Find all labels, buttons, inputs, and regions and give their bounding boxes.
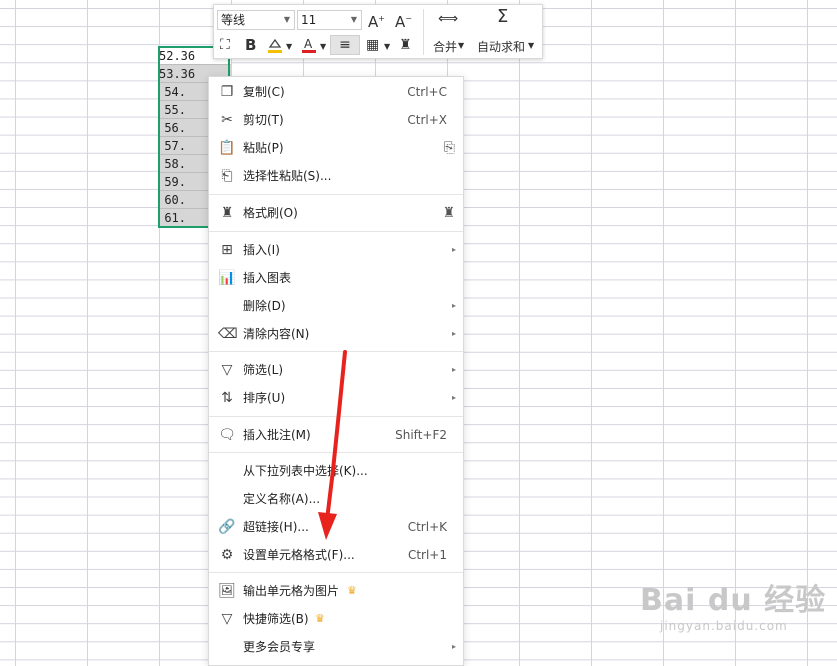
annotation-arrow — [318, 350, 347, 540]
watermark: Bai du 经验 jingyan.baidu.com — [640, 575, 826, 633]
watermark-logo: Bai du 经验 — [640, 583, 827, 618]
watermark-url: jingyan.baidu.com — [660, 619, 788, 633]
